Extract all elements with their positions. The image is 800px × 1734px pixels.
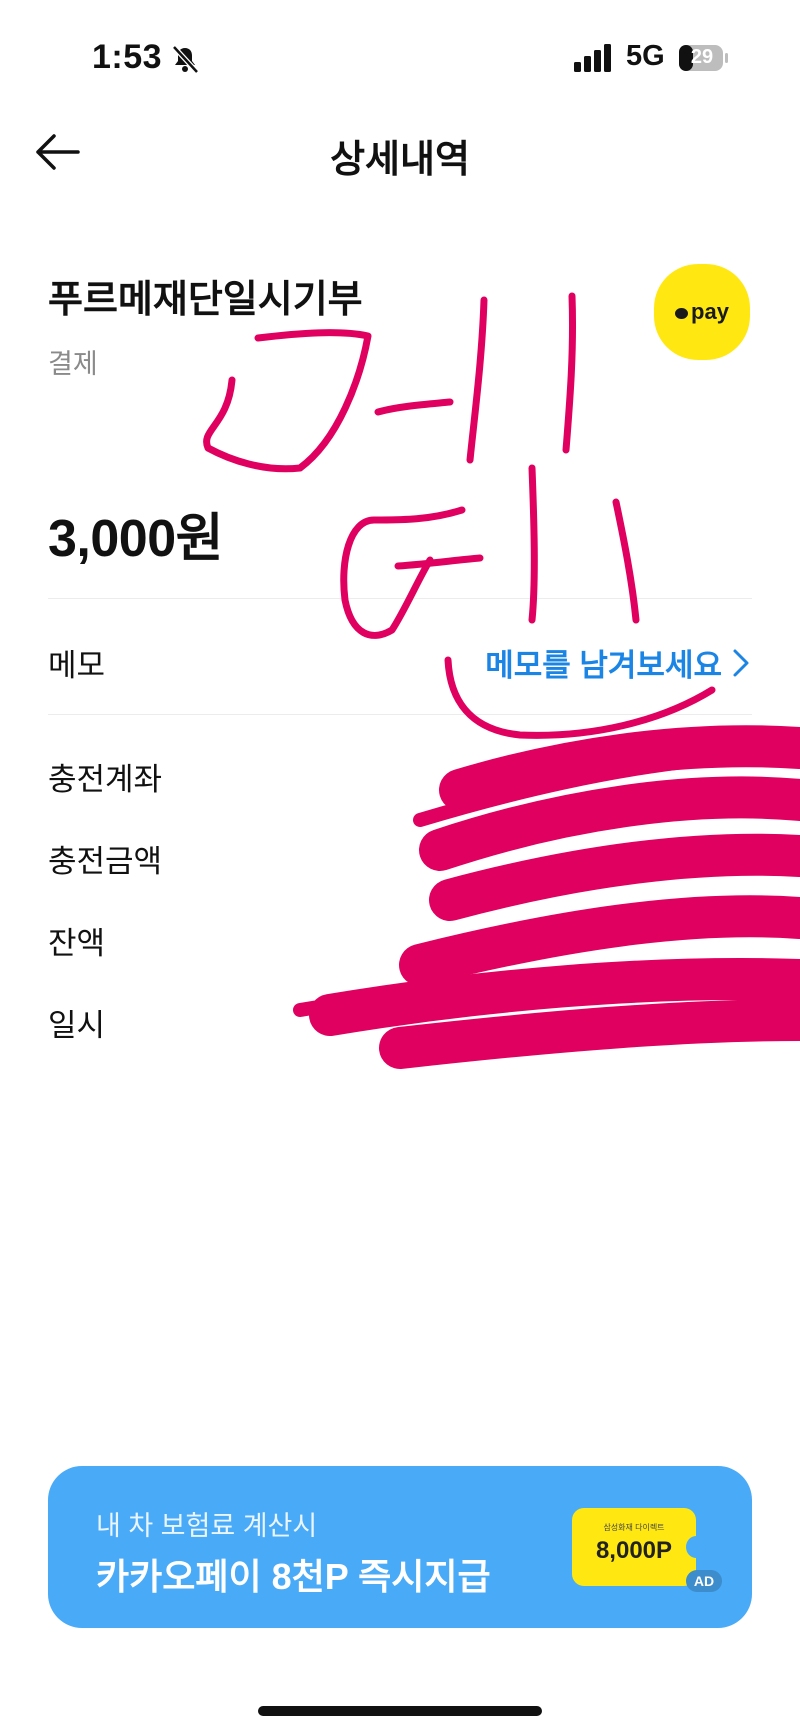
kakaopay-logo: pay — [654, 264, 750, 360]
coupon-brand: 삼성화재 다이렉트 — [603, 1523, 665, 1532]
ad-title: 카카오페이 8천P 즉시지급 — [96, 1556, 491, 1597]
logo-text: pay — [691, 299, 729, 324]
ad-badge: AD — [686, 1570, 722, 1592]
coupon-notch — [686, 1536, 706, 1558]
add-memo-text: 메모를 남겨보세요 — [485, 648, 722, 683]
memo-label: 메모 — [48, 648, 106, 683]
battery-icon: 29 — [678, 44, 730, 72]
network-type: 5G — [626, 40, 665, 72]
detail-label-charge-amount: 충전금액 — [48, 844, 163, 879]
silent-bell-icon — [172, 45, 199, 74]
detail-label-charge-account: 충전계좌 — [48, 762, 163, 797]
ad-banner[interactable]: 내 차 보험료 계산시 카카오페이 8천P 즉시지급 삼성화재 다이렉트 8,0… — [48, 1466, 752, 1628]
status-time: 1:53 — [92, 38, 163, 76]
cellular-signal-icon — [574, 44, 611, 72]
chevron-right-icon — [733, 649, 749, 676]
divider — [48, 714, 752, 715]
points-coupon-image: 삼성화재 다이렉트 8,000P — [572, 1508, 706, 1586]
detail-label-balance: 잔액 — [48, 926, 106, 961]
merchant-name: 푸르메재단일시기부 — [48, 279, 363, 321]
transaction-type: 결제 — [48, 349, 98, 379]
battery-level: 29 — [690, 46, 714, 68]
transaction-amount: 3,000원 — [48, 510, 223, 568]
ad-subtitle: 내 차 보험료 계산시 — [96, 1511, 318, 1541]
page-title: 상세내역 — [330, 139, 470, 181]
coupon-points: 8,000P — [595, 1537, 673, 1564]
divider — [48, 598, 752, 599]
home-indicator[interactable] — [258, 1706, 542, 1716]
detail-label-datetime: 일시 — [48, 1008, 106, 1043]
speech-bubble-icon — [675, 307, 689, 319]
add-memo-link[interactable]: 메모를 남겨보세요 — [485, 640, 750, 685]
